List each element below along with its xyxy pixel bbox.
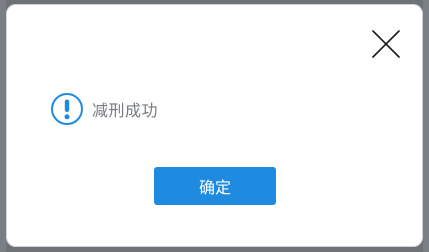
message-row: 减刑成功 bbox=[50, 92, 158, 126]
confirm-button[interactable]: 确定 bbox=[154, 167, 276, 205]
alert-dialog: 减刑成功 确定 bbox=[6, 4, 423, 247]
exclamation-circle-icon bbox=[51, 93, 83, 125]
close-button[interactable] bbox=[370, 28, 402, 60]
close-icon bbox=[372, 30, 400, 58]
backdrop-right bbox=[423, 0, 429, 252]
message-text: 减刑成功 bbox=[92, 101, 159, 120]
